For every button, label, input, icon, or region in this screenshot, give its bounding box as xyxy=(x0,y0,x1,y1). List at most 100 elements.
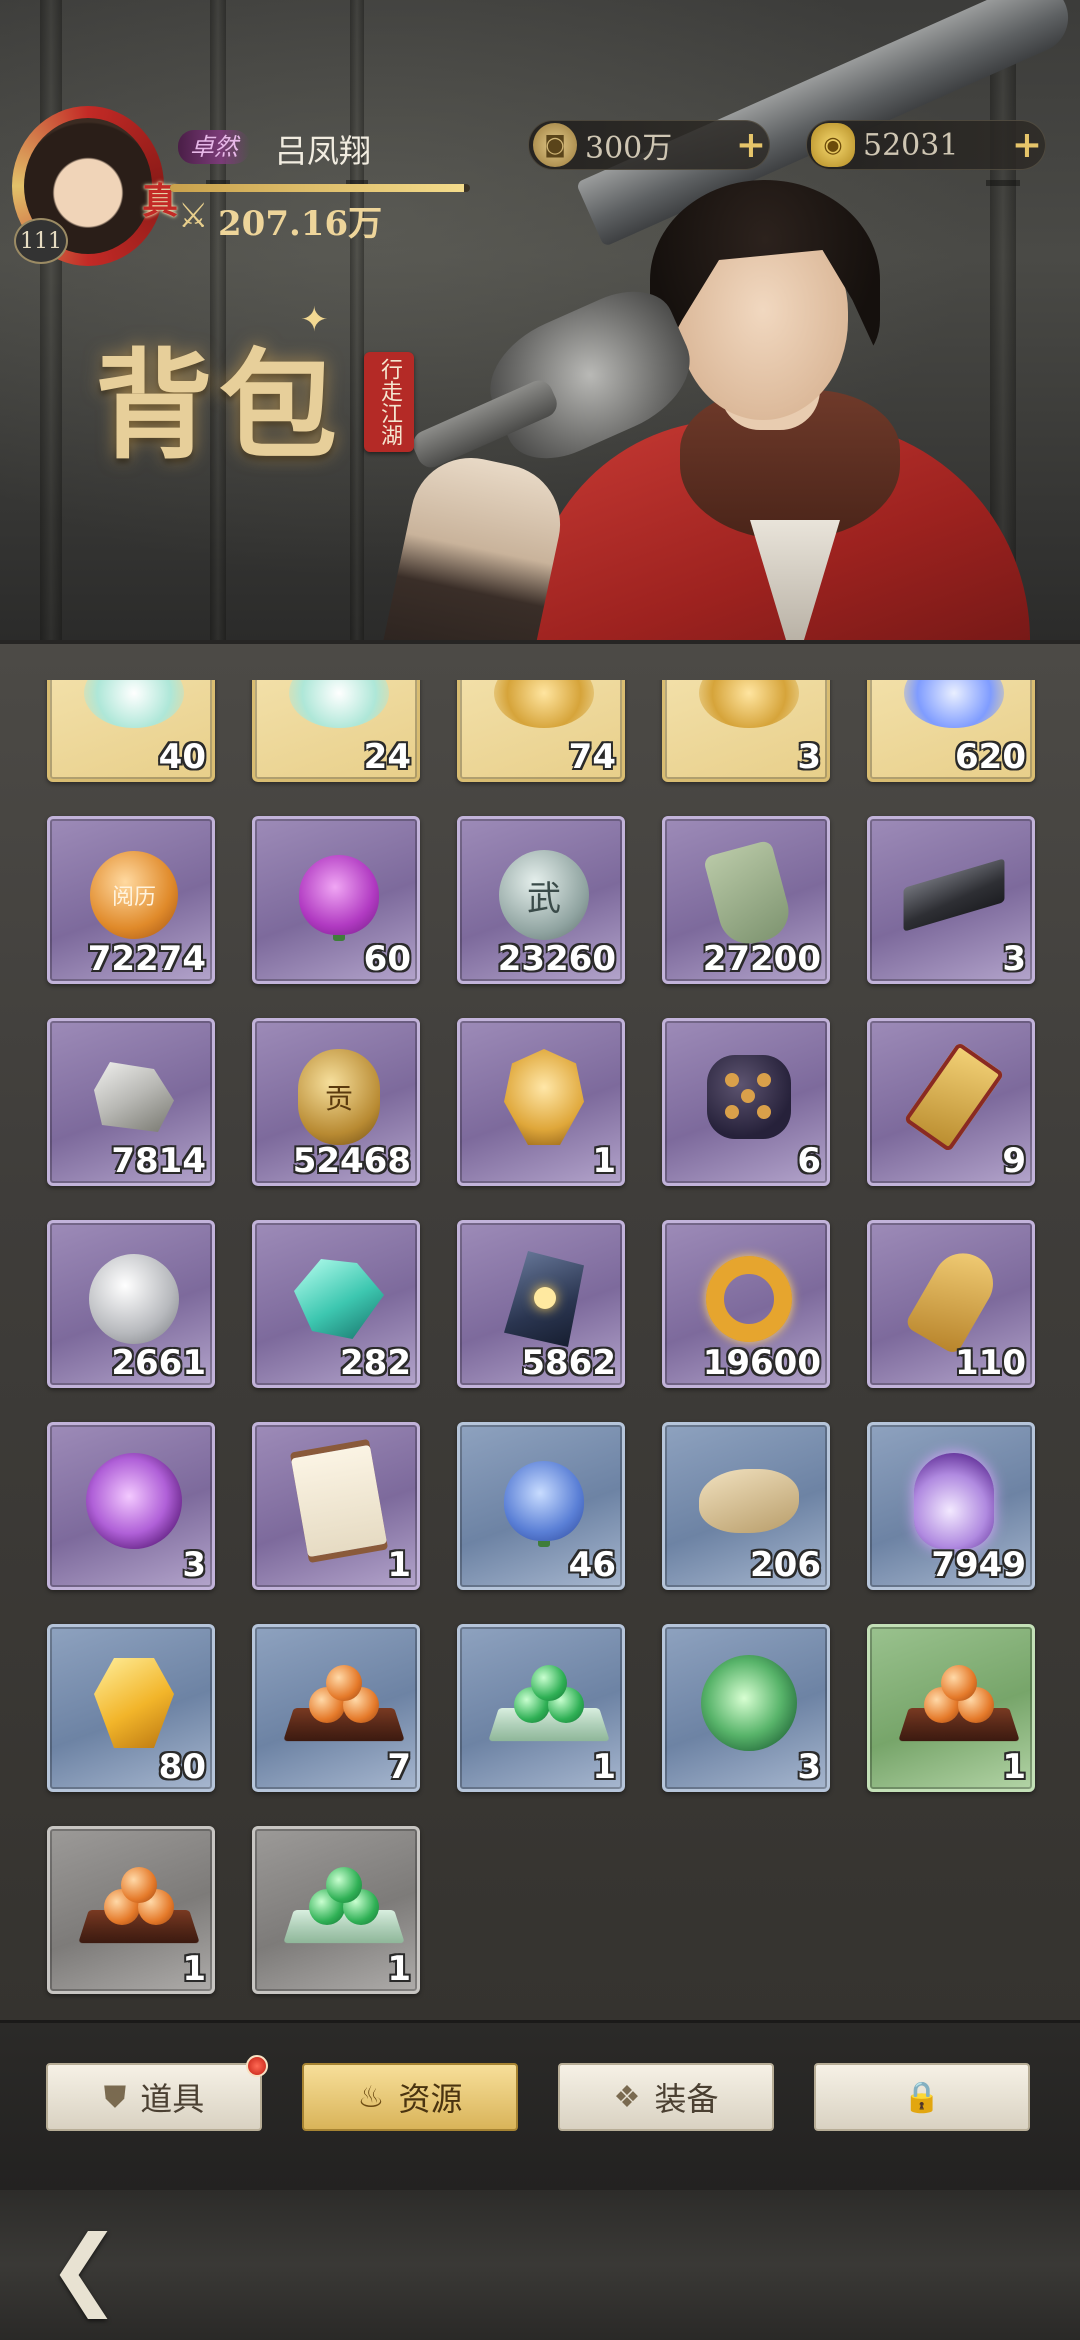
item-count: 1 xyxy=(182,1949,206,1989)
item-count: 46 xyxy=(568,1545,616,1585)
inventory-item[interactable]: 74 xyxy=(457,680,625,782)
green-dumpling-tray-icon xyxy=(488,1653,610,1753)
lock-icon: 🔒 xyxy=(903,2079,941,2115)
green-dumpling-tray-icon xyxy=(283,1855,405,1955)
item-count: 3 xyxy=(797,1747,821,1787)
item-count: 6 xyxy=(797,1141,821,1181)
inventory-item[interactable]: 3 xyxy=(47,1422,215,1590)
item-count: 7949 xyxy=(931,1545,1026,1585)
inventory-item[interactable]: 3 xyxy=(662,680,830,782)
inventory-item[interactable]: 19600 xyxy=(662,1220,830,1388)
scroll-icon xyxy=(289,1444,389,1558)
tab-resources[interactable]: ♨ 资源 xyxy=(302,2063,518,2131)
green-disc-icon xyxy=(699,1653,799,1753)
props-icon: ⛊ xyxy=(103,2079,127,2115)
tab-props[interactable]: ⛊ 道具 xyxy=(46,2055,268,2131)
inventory-item[interactable]: 7949 xyxy=(867,1422,1035,1590)
inventory-scroll-area[interactable]: 40 24 74 3 620 阅历 72274 60 武 23260 27200 3 7814 贡 5246… xyxy=(0,680,1080,2000)
notification-dot xyxy=(246,2055,268,2077)
hero-arm xyxy=(378,446,572,640)
equipment-icon: ❖ xyxy=(613,2079,641,2115)
copper-amount: 300万 xyxy=(585,131,673,166)
tab-locked[interactable]: 🔒 xyxy=(814,2063,1030,2131)
inventory-item[interactable]: 7 xyxy=(252,1624,420,1792)
inventory-item[interactable]: 7814 xyxy=(47,1018,215,1186)
inventory-item[interactable]: 武 23260 xyxy=(457,816,625,984)
inventory-item[interactable]: 6 xyxy=(662,1018,830,1186)
tab-label: 资源 xyxy=(398,2080,463,2118)
footer: ❮ xyxy=(0,2190,1080,2340)
fish-scroll-icon-shape xyxy=(699,1469,799,1533)
potion-icon xyxy=(904,1451,1004,1551)
item-count: 7814 xyxy=(111,1141,206,1181)
inventory-item[interactable]: 282 xyxy=(252,1220,420,1388)
inventory-item[interactable]: 24 xyxy=(252,680,420,782)
scroll-icon-shape xyxy=(290,1444,388,1558)
gold-gem-icon-shape xyxy=(94,1658,174,1748)
orange-dumpling-tray-icon xyxy=(283,1653,405,1753)
item-count: 80 xyxy=(158,1747,206,1787)
item-count: 74 xyxy=(568,737,616,777)
inventory-item[interactable]: 27200 xyxy=(662,816,830,984)
add-copper-button[interactable]: + xyxy=(733,124,769,166)
inventory-item[interactable]: 46 xyxy=(457,1422,625,1590)
tab-label: 道具 xyxy=(140,2080,205,2118)
bronze-medal-icon: 贡 xyxy=(289,1047,389,1147)
inventory-item[interactable]: 3 xyxy=(867,816,1035,984)
inventory-item[interactable]: 3 xyxy=(662,1624,830,1792)
partial-item-icon xyxy=(699,680,799,743)
inventory-panel: 40 24 74 3 620 阅历 72274 60 武 23260 27200 3 7814 贡 5246… xyxy=(0,640,1080,2020)
inventory-item[interactable]: 9 xyxy=(867,1018,1035,1186)
inventory-item[interactable]: 206 xyxy=(662,1422,830,1590)
inventory-item[interactable]: 2661 xyxy=(47,1220,215,1388)
partial-item-icon-shape xyxy=(494,680,594,728)
inventory-item[interactable]: 60 xyxy=(252,816,420,984)
inventory-item[interactable]: 620 xyxy=(867,680,1035,782)
inventory-item[interactable]: 1 xyxy=(252,1422,420,1590)
jade-tablet-icon-shape xyxy=(702,839,796,951)
blue-rose-icon xyxy=(494,1451,594,1551)
inventory-item[interactable]: 贡 52468 xyxy=(252,1018,420,1186)
item-count: 24 xyxy=(363,737,411,777)
purple-rose-icon-shape xyxy=(299,855,379,935)
add-gold-button[interactable]: + xyxy=(1009,124,1045,166)
item-count: 1 xyxy=(592,1747,616,1787)
inventory-item[interactable]: 1 xyxy=(457,1018,625,1186)
player-avatar[interactable]: 111 真 xyxy=(12,106,178,276)
green-disc-icon-shape xyxy=(701,1655,797,1751)
inventory-item[interactable]: 阅历 72274 xyxy=(47,816,215,984)
martial-coin-icon: 武 xyxy=(494,845,594,945)
inventory-item[interactable]: 80 xyxy=(47,1624,215,1792)
copper-currency: ◙ 300万 + xyxy=(528,120,770,170)
golden-token-icon-shape xyxy=(903,1041,1005,1153)
inventory-item[interactable]: 110 xyxy=(867,1220,1035,1388)
player-name: 吕凤翔 xyxy=(275,132,372,170)
orange-dumpling-tray-icon-shape xyxy=(898,1657,1020,1749)
inventory-item[interactable]: 1 xyxy=(867,1624,1035,1792)
inventory-item[interactable]: 5862 xyxy=(457,1220,625,1388)
item-count: 1 xyxy=(387,1545,411,1585)
inventory-item[interactable]: 1 xyxy=(252,1826,420,1994)
jade-crystal-icon xyxy=(289,1249,389,1349)
tab-equipment[interactable]: ❖ 装备 xyxy=(558,2063,774,2131)
orange-dumpling-tray-icon xyxy=(78,1855,200,1955)
golden-charm-icon-shape xyxy=(904,1242,1004,1356)
copper-coin-icon: ◙ xyxy=(533,123,577,167)
item-count: 282 xyxy=(340,1343,411,1383)
jade-crystal-icon-shape xyxy=(294,1259,384,1339)
banner: 背包 ✦ 行走江湖 xyxy=(0,0,1080,640)
sparkle-icon: ✦ xyxy=(300,300,329,340)
partial-item-icon-shape xyxy=(84,680,184,728)
purple-rose-icon xyxy=(289,845,389,945)
orange-dumpling-tray-icon xyxy=(898,1653,1020,1753)
item-count: 3 xyxy=(182,1545,206,1585)
inventory-item[interactable]: 40 xyxy=(47,680,215,782)
inventory-item[interactable]: 1 xyxy=(47,1826,215,1994)
back-button[interactable]: ❮ xyxy=(24,2216,144,2319)
golden-ring-icon-shape xyxy=(706,1256,792,1342)
item-count: 110 xyxy=(955,1343,1026,1383)
spirit-stone-icon xyxy=(494,1249,594,1349)
partial-item-icon xyxy=(494,680,594,743)
combat-power: 207.16万 xyxy=(218,204,383,244)
inventory-item[interactable]: 1 xyxy=(457,1624,625,1792)
